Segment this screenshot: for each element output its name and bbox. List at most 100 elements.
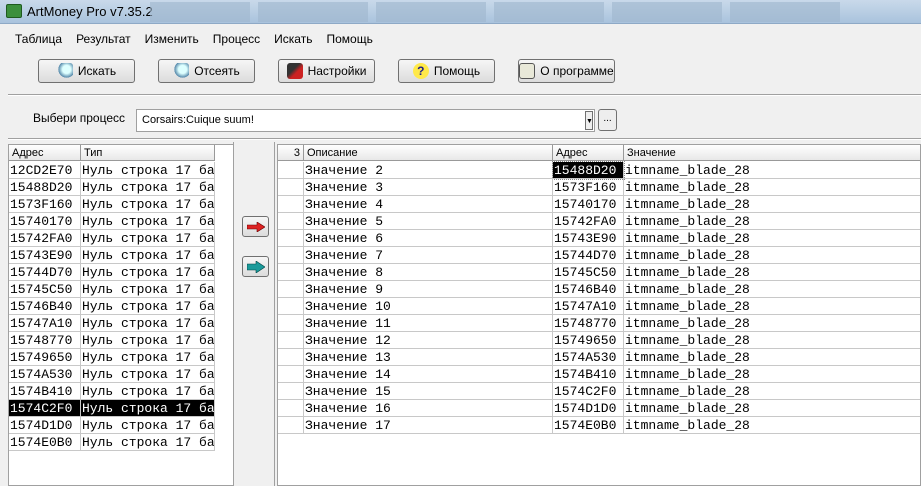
- description-cell[interactable]: Значение 2: [304, 162, 553, 179]
- table-row[interactable]: Значение 10 15747A10 itmname_blade_28: [278, 298, 920, 315]
- column-header-address[interactable]: Адрес: [553, 145, 624, 161]
- address-cell[interactable]: 15742FA0: [553, 213, 624, 230]
- address-cell[interactable]: 1574B410: [553, 366, 624, 383]
- description-cell[interactable]: Значение 12: [304, 332, 553, 349]
- address-cell[interactable]: 15743E90: [553, 230, 624, 247]
- description-cell[interactable]: Значение 7: [304, 247, 553, 264]
- description-cell[interactable]: Значение 16: [304, 400, 553, 417]
- help-button[interactable]: ? Помощь: [398, 59, 495, 83]
- table-row[interactable]: 12CD2E70Нуль строка 17 байт: [9, 162, 215, 179]
- filter-button[interactable]: Отсеять: [158, 59, 255, 83]
- table-row[interactable]: 15749650Нуль строка 17 байт: [9, 349, 215, 366]
- description-cell[interactable]: Значение 5: [304, 213, 553, 230]
- table-row[interactable]: Значение 8 15745C50 itmname_blade_28: [278, 264, 920, 281]
- table-row[interactable]: Значение 5 15742FA0 itmname_blade_28: [278, 213, 920, 230]
- value-cell[interactable]: itmname_blade_28: [624, 332, 920, 349]
- about-button[interactable]: О программе: [518, 59, 615, 83]
- table-row[interactable]: Значение 7 15744D70 itmname_blade_28: [278, 247, 920, 264]
- address-cell[interactable]: 15746B40: [553, 281, 624, 298]
- address-cell[interactable]: 1574C2F0: [553, 383, 624, 400]
- value-cell[interactable]: itmname_blade_28: [624, 179, 920, 196]
- column-header-address[interactable]: Адрес: [9, 145, 81, 161]
- menu-result[interactable]: Результат: [69, 30, 138, 48]
- process-select[interactable]: Corsairs:Cuique suum! ▼: [136, 109, 595, 132]
- table-row[interactable]: Значение 11 15748770 itmname_blade_28: [278, 315, 920, 332]
- table-row[interactable]: Значение 14 1574B410 itmname_blade_28: [278, 366, 920, 383]
- address-cell[interactable]: 1574D1D0: [553, 400, 624, 417]
- search-button[interactable]: Искать: [38, 59, 135, 83]
- table-row[interactable]: 15747A10Нуль строка 17 байт: [9, 315, 215, 332]
- table-row[interactable]: 1574D1D0Нуль строка 17 байт: [9, 417, 215, 434]
- value-cell[interactable]: itmname_blade_28: [624, 281, 920, 298]
- address-cell[interactable]: 15748770: [553, 315, 624, 332]
- column-header-description[interactable]: Описание: [304, 145, 553, 161]
- address-cell[interactable]: 15740170: [553, 196, 624, 213]
- table-row[interactable]: Значение 4 15740170 itmname_blade_28: [278, 196, 920, 213]
- value-cell[interactable]: itmname_blade_28: [624, 349, 920, 366]
- description-cell[interactable]: Значение 10: [304, 298, 553, 315]
- table-row[interactable]: Значение 17 1574E0B0 itmname_blade_28: [278, 417, 920, 434]
- value-cell[interactable]: itmname_blade_28: [624, 366, 920, 383]
- chevron-down-icon[interactable]: ▼: [585, 111, 593, 130]
- menu-edit[interactable]: Изменить: [138, 30, 206, 48]
- table-row[interactable]: 15488D20Нуль строка 17 байт: [9, 179, 215, 196]
- value-cell[interactable]: itmname_blade_28: [624, 264, 920, 281]
- menu-help[interactable]: Помощь: [319, 30, 379, 48]
- column-header-value[interactable]: Значение: [624, 145, 920, 161]
- menu-table[interactable]: Таблица: [8, 30, 69, 48]
- value-cell[interactable]: itmname_blade_28: [624, 400, 920, 417]
- description-cell[interactable]: Значение 9: [304, 281, 553, 298]
- description-cell[interactable]: Значение 17: [304, 417, 553, 434]
- description-cell[interactable]: Значение 15: [304, 383, 553, 400]
- add-all-button[interactable]: [242, 256, 269, 277]
- value-cell[interactable]: itmname_blade_28: [624, 247, 920, 264]
- table-row[interactable]: Значение 9 15746B40 itmname_blade_28: [278, 281, 920, 298]
- browse-process-button[interactable]: ...: [598, 109, 617, 131]
- value-cell[interactable]: itmname_blade_28: [624, 162, 920, 179]
- table-row[interactable]: Значение 12 15749650 itmname_blade_28: [278, 332, 920, 349]
- address-cell[interactable]: 1573F160: [553, 179, 624, 196]
- table-row[interactable]: 1574E0B0Нуль строка 17 байт: [9, 434, 215, 451]
- address-cell[interactable]: 15744D70: [553, 247, 624, 264]
- table-row[interactable]: 1573F160Нуль строка 17 байт: [9, 196, 215, 213]
- table-row[interactable]: Значение 13 1574A530 itmname_blade_28: [278, 349, 920, 366]
- value-cell[interactable]: itmname_blade_28: [624, 213, 920, 230]
- table-row[interactable]: 1574A530Нуль строка 17 байт: [9, 366, 215, 383]
- description-cell[interactable]: Значение 3: [304, 179, 553, 196]
- address-cell[interactable]: 15745C50: [553, 264, 624, 281]
- table-row[interactable]: 15742FA0Нуль строка 17 байт: [9, 230, 215, 247]
- found-addresses-list[interactable]: Адрес Тип 12CD2E70Нуль строка 17 байт154…: [8, 144, 234, 486]
- table-row[interactable]: Значение 6 15743E90 itmname_blade_28: [278, 230, 920, 247]
- menu-process[interactable]: Процесс: [206, 30, 267, 48]
- column-header-count[interactable]: 3: [278, 145, 304, 161]
- description-cell[interactable]: Значение 8: [304, 264, 553, 281]
- value-cell[interactable]: itmname_blade_28: [624, 230, 920, 247]
- table-row[interactable]: 15748770Нуль строка 17 байт: [9, 332, 215, 349]
- table-row[interactable]: 1574C2F0Нуль строка 17 байт: [9, 400, 215, 417]
- description-cell[interactable]: Значение 13: [304, 349, 553, 366]
- value-cell[interactable]: itmname_blade_28: [624, 417, 920, 434]
- address-cell[interactable]: 15488D20: [552, 161, 625, 180]
- address-cell[interactable]: 15747A10: [553, 298, 624, 315]
- description-cell[interactable]: Значение 11: [304, 315, 553, 332]
- table-row[interactable]: Значение 16 1574D1D0 itmname_blade_28: [278, 400, 920, 417]
- table-row[interactable]: 15743E90Нуль строка 17 байт: [9, 247, 215, 264]
- table-row[interactable]: Значение 3 1573F160 itmname_blade_28: [278, 179, 920, 196]
- value-cell[interactable]: itmname_blade_28: [624, 196, 920, 213]
- table-row[interactable]: Значение 15 1574C2F0 itmname_blade_28: [278, 383, 920, 400]
- address-cell[interactable]: 1574E0B0: [553, 417, 624, 434]
- table-row[interactable]: 15746B40Нуль строка 17 байт: [9, 298, 215, 315]
- description-cell[interactable]: Значение 4: [304, 196, 553, 213]
- table-row[interactable]: 15740170Нуль строка 17 байт: [9, 213, 215, 230]
- table-row[interactable]: 1574B410Нуль строка 17 байт: [9, 383, 215, 400]
- table-row[interactable]: 15745C50Нуль строка 17 байт: [9, 281, 215, 298]
- menu-search[interactable]: Искать: [267, 30, 319, 48]
- table-row[interactable]: 15744D70Нуль строка 17 байт: [9, 264, 215, 281]
- saved-values-table[interactable]: 3 Описание Адрес Значение Значение 2 1548…: [277, 144, 921, 486]
- table-row[interactable]: Значение 2 15488D20 itmname_blade_28: [278, 161, 920, 180]
- value-cell[interactable]: itmname_blade_28: [624, 383, 920, 400]
- value-cell[interactable]: itmname_blade_28: [624, 298, 920, 315]
- settings-button[interactable]: Настройки: [278, 59, 375, 83]
- address-cell[interactable]: 15749650: [553, 332, 624, 349]
- column-header-type[interactable]: Тип: [81, 145, 215, 161]
